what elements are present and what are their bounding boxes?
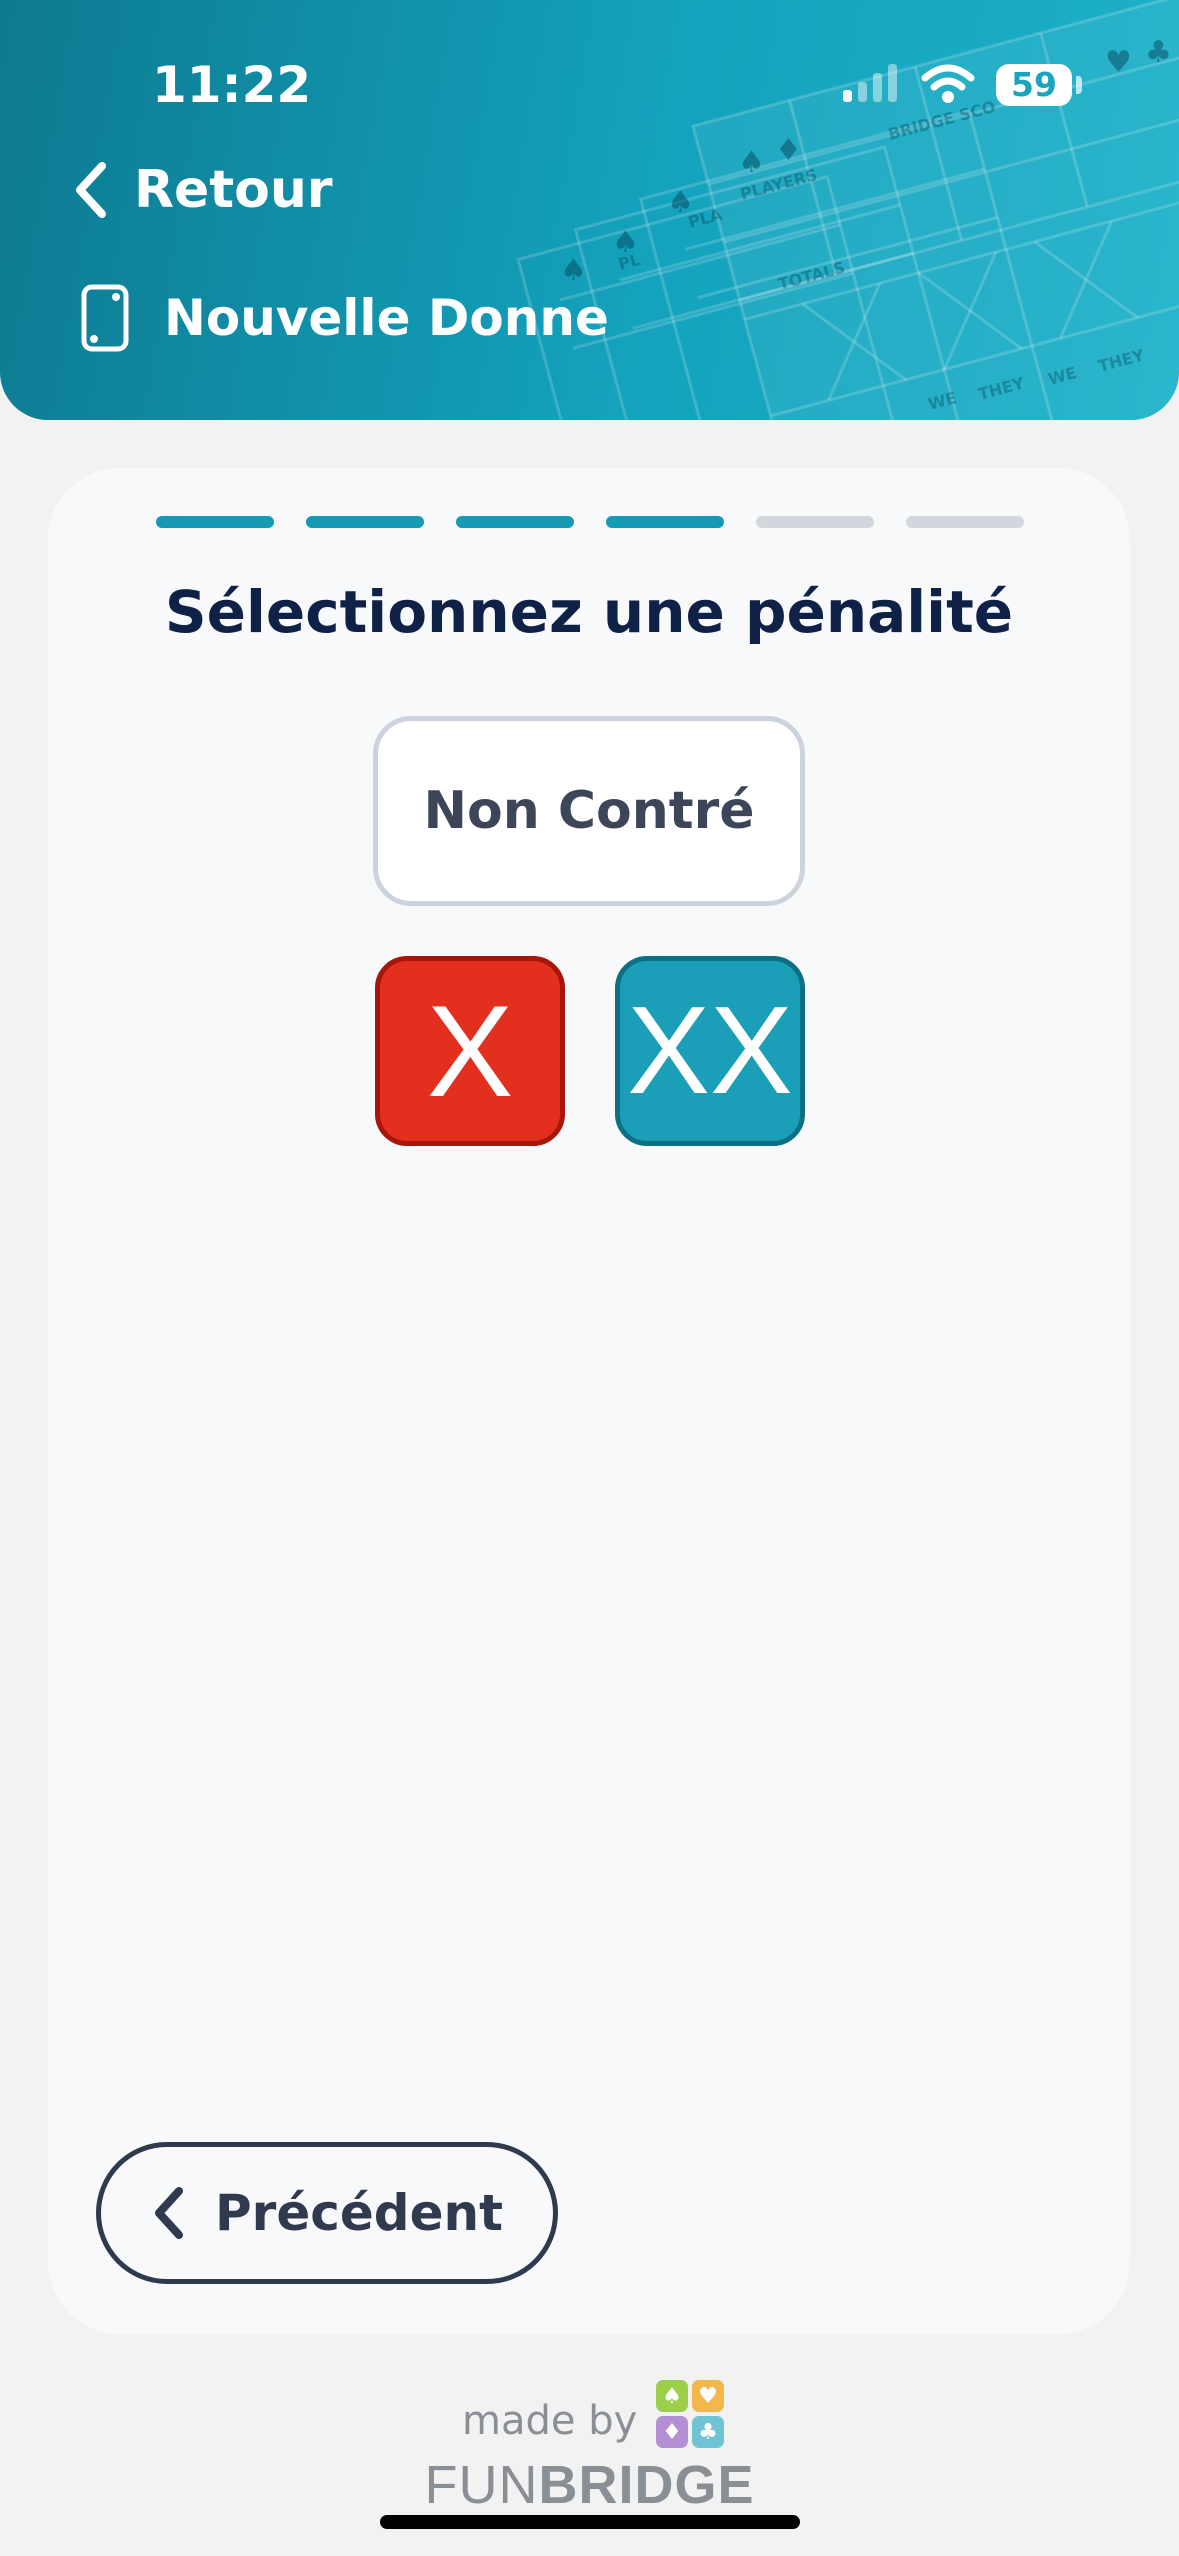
previous-label: Précédent bbox=[215, 2184, 503, 2242]
progress-step-5 bbox=[756, 516, 874, 528]
brand-fun: FUN bbox=[424, 2455, 539, 2515]
back-button[interactable]: Retour bbox=[70, 154, 333, 226]
home-indicator[interactable] bbox=[380, 2515, 800, 2529]
status-time: 11:22 bbox=[152, 56, 312, 114]
svg-text:♠: ♠ bbox=[612, 225, 639, 260]
progress-step-1 bbox=[156, 516, 274, 528]
progress-step-3 bbox=[456, 516, 574, 528]
back-label: Retour bbox=[134, 160, 333, 220]
double-button[interactable]: X bbox=[375, 956, 565, 1146]
svg-text:♥: ♥ bbox=[1105, 45, 1132, 80]
signal-icon bbox=[843, 90, 852, 102]
chevron-left-icon bbox=[155, 2187, 184, 2239]
svg-text:♠: ♠ bbox=[738, 145, 765, 180]
progress-step-2 bbox=[306, 516, 424, 528]
svg-text:♦: ♦ bbox=[775, 133, 802, 168]
chevron-left-icon bbox=[76, 162, 106, 218]
club-icon: ♣ bbox=[692, 2416, 724, 2448]
non-contre-button[interactable]: Non Contré bbox=[373, 716, 805, 906]
previous-button[interactable]: Précédent bbox=[96, 2142, 558, 2284]
redouble-button[interactable]: XX bbox=[615, 956, 805, 1146]
svg-text:♠: ♠ bbox=[667, 185, 694, 220]
brand-bridge: BRIDGE bbox=[538, 2455, 755, 2515]
progress-step-4 bbox=[606, 516, 724, 528]
spade-icon: ♠ bbox=[656, 2380, 688, 2412]
heart-icon: ♥ bbox=[692, 2380, 724, 2412]
penalty-card: Sélectionnez une pénalité Non Contré X X… bbox=[48, 468, 1130, 2334]
wifi-icon bbox=[921, 64, 975, 91]
app-header: BRIDGE SCO PLAYERS TOTALS PLA PL WE THEY… bbox=[0, 0, 1179, 420]
card-icon bbox=[81, 284, 129, 352]
step-progress bbox=[156, 516, 1024, 528]
made-by-text: made by bbox=[462, 2398, 638, 2444]
funbridge-brand: FUNBRIDGE bbox=[0, 2454, 1179, 2516]
progress-step-6 bbox=[906, 516, 1024, 528]
diamond-icon: ♦ bbox=[656, 2416, 688, 2448]
screen-title-label: Nouvelle Donne bbox=[164, 289, 609, 347]
battery-indicator: 59 bbox=[996, 64, 1072, 106]
screen-title: Nouvelle Donne bbox=[80, 282, 609, 354]
penalty-title: Sélectionnez une pénalité bbox=[164, 578, 1014, 646]
funbridge-logo-icon: ♠ ♥ ♦ ♣ bbox=[656, 2380, 724, 2448]
battery-nub bbox=[1076, 76, 1082, 94]
signal-wifi-icons bbox=[843, 64, 975, 103]
svg-text:♣: ♣ bbox=[1145, 35, 1172, 70]
